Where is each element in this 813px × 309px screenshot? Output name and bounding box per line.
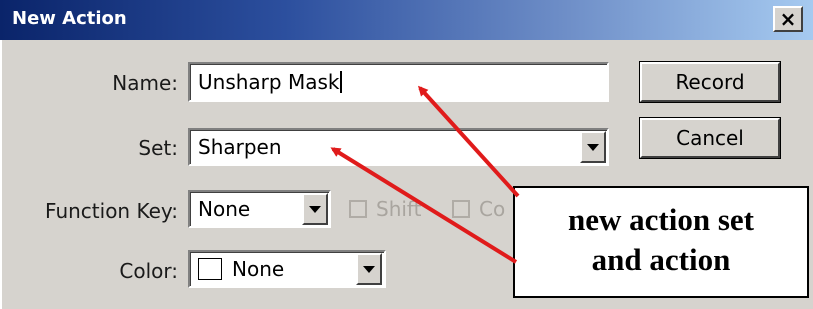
shift-checkbox[interactable] xyxy=(349,200,367,218)
close-icon: × xyxy=(779,7,797,31)
annotation-line-2: and action xyxy=(591,242,731,277)
shift-label: Shift xyxy=(376,197,422,221)
chevron-down-icon xyxy=(587,143,599,151)
color-label: Color: xyxy=(119,259,178,283)
window-title: New Action xyxy=(12,8,127,29)
set-select-value: Sharpen xyxy=(198,135,282,159)
text-caret xyxy=(340,71,343,93)
record-button[interactable]: Record xyxy=(640,62,780,102)
close-button[interactable]: × xyxy=(773,6,803,32)
function-key-value: None xyxy=(198,197,251,221)
control-checkbox[interactable] xyxy=(452,200,470,218)
name-label: Name: xyxy=(112,71,178,95)
set-select[interactable]: Sharpen xyxy=(188,128,609,166)
function-key-label: Function Key: xyxy=(45,199,178,223)
function-key-dropdown-button[interactable] xyxy=(302,193,328,225)
name-input[interactable]: Unsharp Mask xyxy=(188,62,609,102)
annotation-line-1: new action set xyxy=(568,202,754,237)
color-dropdown-button[interactable] xyxy=(356,253,382,285)
color-swatch xyxy=(198,258,222,280)
cancel-button[interactable]: Cancel xyxy=(640,118,780,158)
title-bar: New Action × xyxy=(0,0,813,40)
color-select-value: None xyxy=(232,257,285,281)
name-input-value: Unsharp Mask xyxy=(198,70,340,94)
annotation-callout: new action set and action xyxy=(513,186,809,298)
control-label: Co xyxy=(479,197,506,221)
chevron-down-icon xyxy=(309,205,321,213)
set-label: Set: xyxy=(138,136,178,160)
set-dropdown-button[interactable] xyxy=(580,131,606,163)
chevron-down-icon xyxy=(363,265,375,273)
